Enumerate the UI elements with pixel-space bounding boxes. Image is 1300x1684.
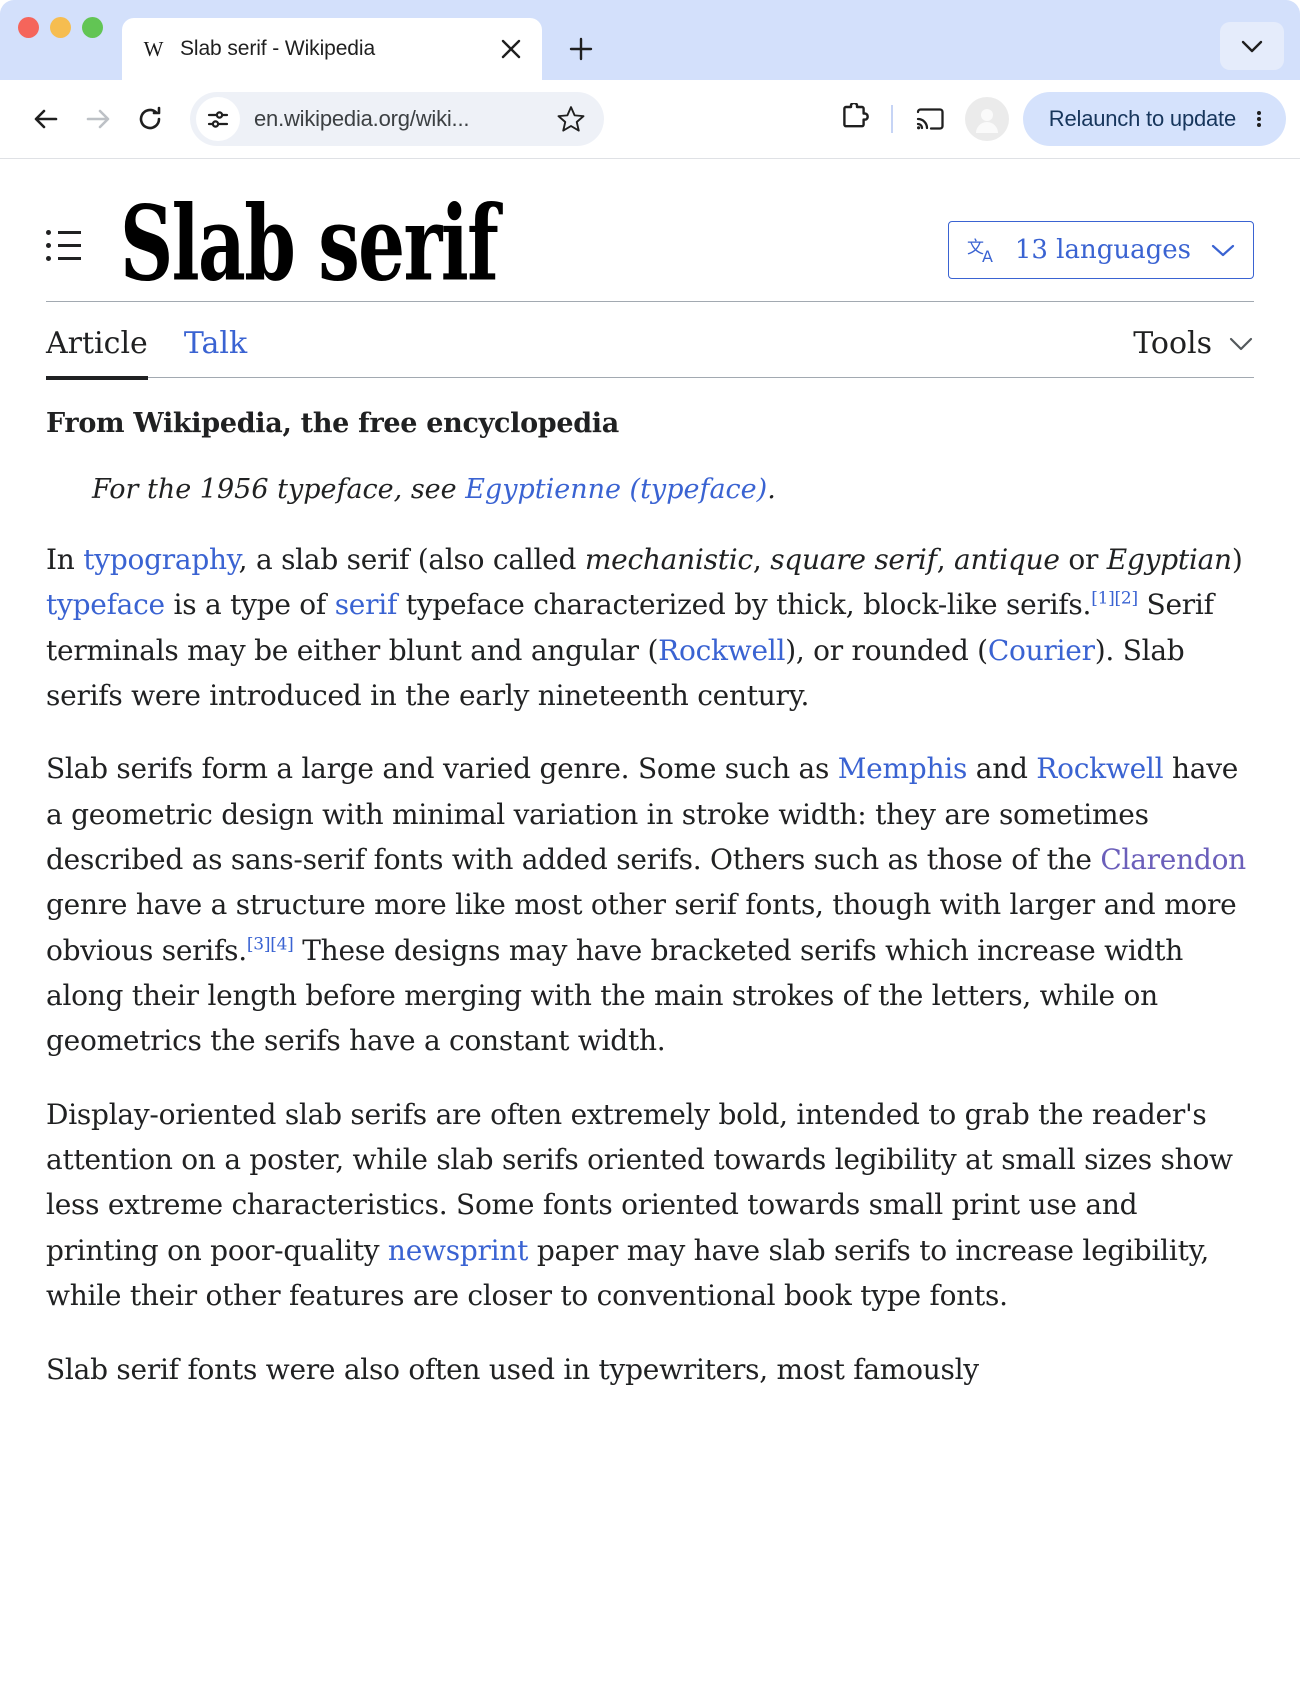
reference-link[interactable]: [3] — [247, 934, 271, 954]
body-text: Slab serifs form a large and varied genr… — [46, 752, 838, 786]
article-link[interactable]: newsprint — [388, 1234, 529, 1267]
article-link[interactable]: Clarendon — [1100, 843, 1246, 876]
hatnote-link[interactable]: Egyptienne (typeface) — [465, 474, 767, 505]
article-link[interactable]: Courier — [988, 634, 1095, 667]
article-nav-tabs: Article Talk Tools — [46, 302, 1254, 380]
tab-talk[interactable]: Talk — [184, 326, 247, 377]
site-subtitle: From Wikipedia, the free encyclopedia — [46, 408, 619, 439]
article-link[interactable]: serif — [335, 588, 398, 621]
emphasis-text: square serif — [770, 542, 937, 576]
reference-marker[interactable]: [1] — [1091, 589, 1115, 609]
window-close-button[interactable] — [18, 16, 39, 38]
browser-tab[interactable]: W Slab serif - Wikipedia — [122, 18, 542, 80]
paragraph: Slab serifs form a large and varied genr… — [46, 746, 1254, 1064]
body-text: , — [752, 542, 771, 576]
paragraph: Slab serif fonts were also often used in… — [46, 1347, 1254, 1392]
cast-icon[interactable] — [903, 92, 957, 146]
hatnote: For the 1956 typeface, see Egyptienne (t… — [92, 471, 1254, 509]
languages-button[interactable]: 文 A 13 languages — [947, 221, 1254, 279]
emphasis-text: mechanistic — [584, 542, 753, 576]
emphasis-text: antique — [954, 542, 1060, 576]
paragraph: In typography, a slab serif (also called… — [46, 537, 1254, 718]
languages-label: 13 languages — [1014, 235, 1191, 265]
hatnote-suffix: . — [767, 474, 776, 505]
body-text: ) — [1231, 542, 1243, 576]
relaunch-to-update-button[interactable]: Relaunch to update — [1022, 92, 1286, 146]
body-text: Slab serif fonts were also often used in… — [46, 1352, 979, 1386]
article-link[interactable]: typeface — [46, 588, 165, 621]
tab-article[interactable]: Article — [46, 326, 148, 380]
body-text: and — [967, 752, 1037, 786]
window-traffic-lights — [18, 0, 103, 80]
tab-title: Slab serif - Wikipedia — [180, 37, 376, 60]
body-text: ), or rounded ( — [785, 633, 988, 667]
hatnote-prefix: For the 1956 typeface, see — [92, 474, 466, 505]
browser-toolbar: en.wikipedia.org/wiki... Relaunch to upd… — [0, 80, 1300, 159]
table-of-contents-icon[interactable] — [46, 223, 90, 267]
page-title: Slab serif — [120, 183, 499, 305]
new-tab-icon[interactable] — [558, 26, 604, 72]
reference-link[interactable]: [2] — [1115, 589, 1139, 609]
reference-link[interactable]: [1] — [1091, 589, 1115, 609]
page-bottom-edge — [0, 1678, 1300, 1684]
reference-link[interactable]: [4] — [270, 934, 294, 954]
article-link[interactable]: Rockwell — [1036, 752, 1163, 785]
paragraph: Display-oriented slab serifs are often e… — [46, 1092, 1254, 1319]
back-icon[interactable] — [20, 93, 72, 145]
reference-marker[interactable]: [4] — [270, 934, 294, 954]
toolbar-actions: Relaunch to update — [827, 92, 1286, 146]
bookmark-star-icon[interactable] — [552, 100, 590, 138]
tab-strip: W Slab serif - Wikipedia — [0, 0, 1300, 80]
url-text: en.wikipedia.org/wiki... — [254, 106, 470, 131]
tools-dropdown[interactable]: Tools — [1133, 326, 1254, 377]
extensions-icon[interactable] — [827, 92, 881, 146]
window-maximize-button[interactable] — [82, 16, 103, 38]
body-text: typeface characterized by thick, block-l… — [397, 588, 1092, 622]
emphasis-text: Egyptian — [1106, 542, 1232, 576]
relaunch-label: Relaunch to update — [1048, 106, 1236, 131]
kebab-menu-icon[interactable] — [1242, 99, 1276, 139]
window-minimize-button[interactable] — [50, 16, 71, 38]
reference-marker[interactable]: [2] — [1115, 589, 1139, 609]
tab-search-chevron-icon[interactable] — [1220, 22, 1284, 70]
toolbar-divider — [890, 105, 893, 133]
address-bar[interactable]: en.wikipedia.org/wiki... — [190, 92, 604, 146]
body-text: , — [936, 542, 955, 576]
body-text: , a slab serif (also called — [238, 542, 585, 576]
article-link[interactable]: typography — [83, 543, 239, 576]
avatar[interactable] — [964, 97, 1009, 141]
reload-icon[interactable] — [124, 93, 176, 145]
reference-marker[interactable]: [3] — [247, 934, 271, 954]
site-settings-icon[interactable] — [196, 97, 240, 141]
article-body: In typography, a slab serif (also called… — [46, 537, 1254, 1392]
browser-window: W Slab serif - Wikipedia en.wikipedia.or… — [0, 0, 1300, 1684]
article-link[interactable]: Memphis — [838, 752, 968, 785]
chevron-down-icon — [1211, 243, 1235, 258]
forward-icon[interactable] — [72, 93, 124, 145]
body-text: or — [1059, 542, 1107, 576]
chevron-down-icon — [1228, 336, 1254, 352]
wikipedia-favicon: W — [143, 36, 164, 61]
svg-text:A: A — [982, 247, 993, 265]
tools-label: Tools — [1133, 326, 1212, 361]
body-text: is a type of — [164, 588, 335, 622]
close-icon[interactable] — [496, 34, 526, 64]
page-viewport: Slab serif 文 A 13 languages Article Talk… — [0, 159, 1300, 1684]
article-link[interactable]: Rockwell — [658, 634, 785, 667]
article-header: Slab serif 文 A 13 languages — [46, 159, 1254, 295]
body-text: In — [46, 542, 84, 576]
language-icon: 文 A — [967, 235, 999, 265]
